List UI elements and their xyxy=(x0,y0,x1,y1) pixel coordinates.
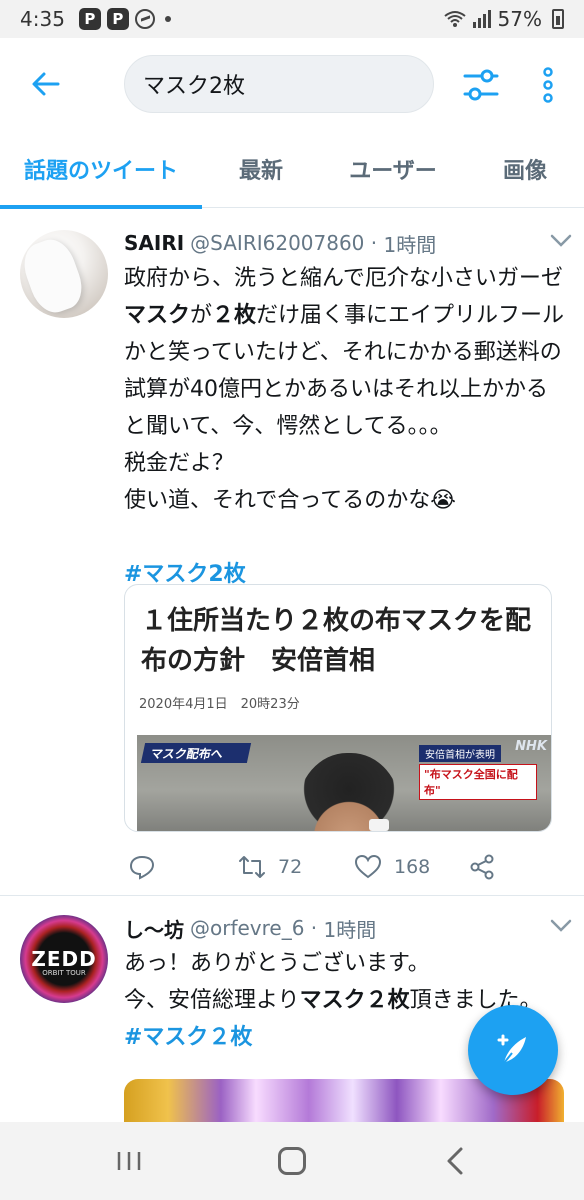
battery-icon xyxy=(552,9,564,29)
separator: · xyxy=(364,231,384,255)
like-count: 168 xyxy=(394,856,431,878)
more-vertical-icon[interactable] xyxy=(538,66,558,104)
compose-button[interactable] xyxy=(468,1005,558,1095)
home-icon[interactable] xyxy=(278,1147,306,1175)
card-title: １住所当たり２枚の布マスクを配布の方針 安倍首相 xyxy=(141,606,532,676)
avatar[interactable] xyxy=(20,230,108,318)
handle[interactable]: @orfevre_6 xyxy=(190,916,304,940)
tab-users[interactable]: ユーザー xyxy=(320,130,466,208)
system-nav-bar xyxy=(0,1122,584,1200)
reply-button[interactable] xyxy=(128,853,156,881)
avatar-logo-subtext: ORBIT TOUR xyxy=(42,969,86,977)
reply-icon xyxy=(129,855,155,880)
tweet-body: SAIRI @SAIRI62007860 · 1時間 政府から、洗うと縮んで厄介… xyxy=(124,228,566,593)
mask-photo xyxy=(369,819,389,831)
handle[interactable]: @SAIRI62007860 xyxy=(190,231,364,255)
highlight-term: マスク xyxy=(124,303,191,328)
tab-images[interactable]: 画像 xyxy=(466,130,584,208)
arrow-left-icon[interactable] xyxy=(30,68,62,100)
retweet-count: 72 xyxy=(278,856,303,878)
share-button[interactable] xyxy=(468,853,496,881)
back-icon[interactable] xyxy=(444,1146,466,1176)
status-bar: 4:35 P P 57% xyxy=(0,0,584,38)
retweet-icon xyxy=(239,856,265,878)
text-segment: 政府から、洗うと縮んで厄介な小さいガーゼ xyxy=(124,266,563,291)
battery-percent: 57% xyxy=(497,7,542,31)
tweet-text: 政府から、洗うと縮んで厄介な小さいガーゼマスクが２枚だけ届く事にエイプリルフール… xyxy=(124,260,566,519)
app-notification-icon: P xyxy=(106,8,129,30)
text-segment: 使い道、それで合ってるのかな😭 xyxy=(124,488,456,513)
app-notification-icon: P xyxy=(78,8,101,30)
sliders-icon[interactable] xyxy=(462,66,500,104)
display-name[interactable]: し〜坊 xyxy=(124,914,184,943)
retweet-button[interactable]: 72 xyxy=(238,853,302,881)
share-icon xyxy=(470,854,494,880)
more-notifications-icon xyxy=(164,16,171,22)
like-button[interactable]: 168 xyxy=(354,853,430,881)
news-caption: マスク配布へ xyxy=(140,743,252,763)
card-date: 2020年4月1日 20時23分 xyxy=(139,697,300,712)
heart-icon xyxy=(354,854,382,879)
nhk-logo: NHK xyxy=(515,739,547,754)
card-image: マスク配布へ 安倍首相が表明 "布マスク全国に配布" NHK xyxy=(137,735,551,831)
highlight-term: マスク２枚 xyxy=(299,988,410,1013)
search-query: マスク2枚 xyxy=(143,74,245,99)
chevron-down-icon[interactable] xyxy=(550,234,572,248)
link-card[interactable]: １住所当たり２枚の布マスクを配布の方針 安倍首相 2020年4月1日 20時23… xyxy=(124,584,552,832)
tweet-time: 1時間 xyxy=(383,232,437,257)
status-time: 4:35 xyxy=(20,7,65,31)
tweet-time: 1時間 xyxy=(323,917,377,942)
text-segment: 今、安倍総理より xyxy=(124,988,300,1013)
messenger-icon xyxy=(134,9,155,29)
wifi-icon xyxy=(443,11,466,27)
text-segment: が xyxy=(190,303,213,328)
separator: · xyxy=(304,916,324,940)
avatar[interactable]: ZEDD ORBIT TOUR xyxy=(20,915,108,1003)
compose-icon xyxy=(497,1034,526,1064)
tweet[interactable]: SAIRI @SAIRI62007860 · 1時間 政府から、洗うと縮んで厄介… xyxy=(0,212,584,896)
highlight-term: ２枚 xyxy=(212,303,257,328)
text-segment: 税金だよ？ xyxy=(124,451,235,476)
search-header: マスク2枚 xyxy=(0,38,584,130)
text-segment: あっ！ありがとうございます。 xyxy=(124,951,430,976)
display-name[interactable]: SAIRI xyxy=(124,231,184,255)
signal-icon xyxy=(472,10,491,28)
caption-bottom: "布マスク全国に配布" xyxy=(419,764,537,800)
status-right: 57% xyxy=(443,7,564,31)
tweet-header: SAIRI @SAIRI62007860 · 1時間 xyxy=(124,228,566,258)
tweet-header: し〜坊 @orfevre_6 · 1時間 xyxy=(124,913,566,943)
search-input[interactable]: マスク2枚 xyxy=(124,55,434,113)
caption-top: 安倍首相が表明 xyxy=(419,745,501,762)
avatar-logo-text: ZEDD xyxy=(31,947,97,971)
tab-top-tweets[interactable]: 話題のツイート xyxy=(0,130,202,209)
search-tabs: 話題のツイート 最新 ユーザー 画像 xyxy=(0,130,584,209)
tweet-actions: 72 168 xyxy=(124,850,574,884)
chevron-down-icon[interactable] xyxy=(550,919,572,933)
tab-latest[interactable]: 最新 xyxy=(202,130,320,208)
recent-apps-icon[interactable] xyxy=(116,1150,142,1172)
